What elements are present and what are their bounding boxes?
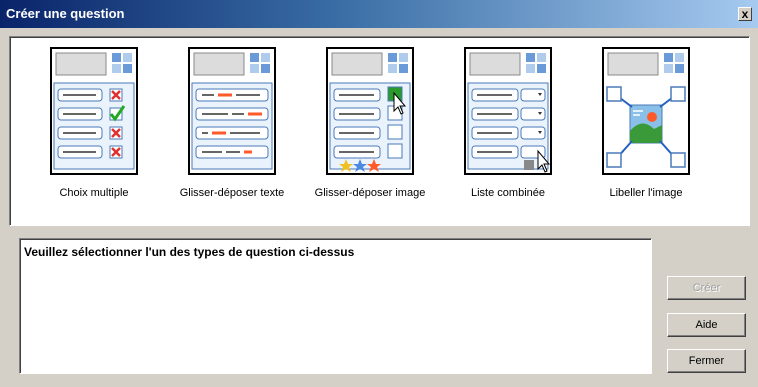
question-type-label: Glisser-déposer texte xyxy=(179,187,285,199)
description-text: Veuillez sélectionner l'un des types de … xyxy=(24,245,355,259)
close-button[interactable]: Fermer xyxy=(667,349,746,373)
question-type-label: Liste combinée xyxy=(471,187,545,199)
label-image-icon xyxy=(602,47,690,175)
question-type-label: Glisser-déposer image xyxy=(314,187,426,199)
question-type-gallery: Choix multiple Glisser-déposer texte Gli… xyxy=(9,36,750,226)
question-type-label: Choix multiple xyxy=(59,187,129,199)
dialog-title: Créer une question xyxy=(6,6,125,21)
question-type-drag-drop-image[interactable]: Glisser-déposer image xyxy=(300,47,440,217)
drag-drop-image-icon xyxy=(326,47,414,175)
close-window-button[interactable]: x xyxy=(738,7,752,21)
drag-drop-text-icon xyxy=(188,47,276,175)
question-type-multiple-choice[interactable]: Choix multiple xyxy=(24,47,164,217)
question-type-drag-drop-text[interactable]: Glisser-déposer texte xyxy=(162,47,302,217)
help-button[interactable]: Aide xyxy=(667,313,746,337)
title-bar: Créer une question x xyxy=(0,0,758,28)
create-question-dialog: Créer une question x Choix multiple Glis… xyxy=(0,0,758,387)
combo-list-icon xyxy=(464,47,552,175)
question-type-label: Libeller l'image xyxy=(609,187,683,199)
multiple-choice-icon xyxy=(50,47,138,175)
question-type-combo-list[interactable]: Liste combinée xyxy=(438,47,578,217)
description-box: Veuillez sélectionner l'un des types de … xyxy=(19,238,652,374)
create-button[interactable]: Créer xyxy=(667,276,746,300)
question-type-label-image[interactable]: Libeller l'image xyxy=(576,47,716,217)
